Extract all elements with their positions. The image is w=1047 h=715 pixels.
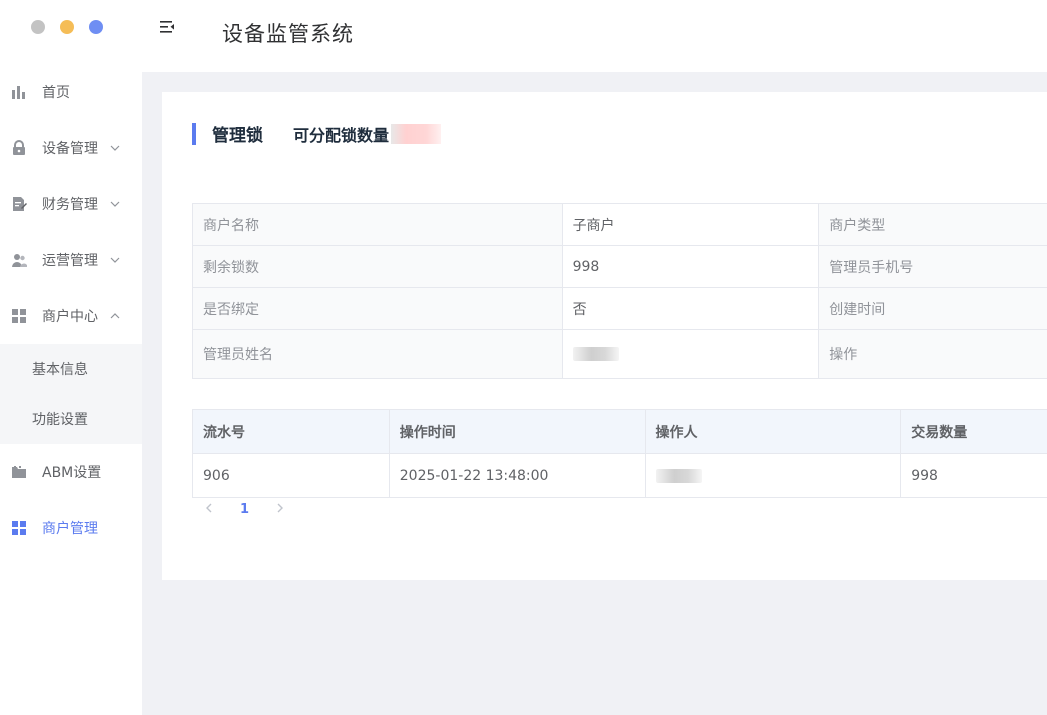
sidebar-item-label: 设备管理 [42, 141, 98, 157]
sidebar-item-finance-management[interactable]: 财务管理 [0, 176, 142, 232]
title-accent-bar [192, 122, 196, 145]
submenu-item-feature-settings[interactable]: 功能设置 [0, 394, 142, 444]
detail-value-redacted [561, 329, 820, 379]
chevron-down-icon [110, 143, 120, 153]
detail-value: 998 [561, 245, 820, 288]
lock-log-table: 流水号 操作时间 操作人 交易数量 906 2025-01-22 13:48:0… [192, 409, 1047, 498]
operator-cell-redacted [644, 453, 902, 498]
detail-value: 否 [561, 287, 820, 330]
redacted-blur [572, 347, 619, 361]
detail-label: 商户类型 [818, 203, 1047, 246]
chevron-up-icon [110, 311, 120, 321]
detail-label: 管理员手机号 [818, 245, 1047, 288]
chevron-right-icon[interactable] [273, 502, 287, 517]
time-cell: 2025-01-22 13:48:00 [388, 453, 646, 498]
grid-icon [11, 520, 27, 536]
chevron-down-icon [110, 199, 120, 209]
column-header: 流水号 [192, 409, 390, 454]
detail-row: 商户名称 子商户 商户类型 [192, 203, 1047, 246]
window-close-dot[interactable] [31, 20, 45, 34]
column-header: 操作时间 [388, 409, 646, 454]
allocatable-locks-value-redacted [391, 123, 442, 144]
detail-label: 创建时间 [818, 287, 1047, 330]
page-title: 管理锁 [212, 126, 263, 146]
menu-fold-icon[interactable] [158, 18, 176, 36]
chevron-left-icon[interactable] [202, 502, 216, 517]
lock-icon [11, 140, 27, 156]
quantity-cell: 998 [900, 453, 1047, 498]
window-maximize-dot[interactable] [89, 20, 103, 34]
users-icon [11, 252, 27, 268]
detail-row: 管理员姓名 操作 [192, 329, 1047, 379]
table-header-row: 流水号 操作时间 操作人 交易数量 [192, 409, 1047, 454]
detail-row: 剩余锁数 998 管理员手机号 [192, 245, 1047, 288]
lock-management-card: 管理锁 可分配锁数量 商户名称 子商户 商户类型 剩余锁数 998 管理员手机号… [162, 92, 1047, 580]
sidebar-item-label: 财务管理 [42, 197, 98, 213]
sidebar-item-device-management[interactable]: 设备管理 [0, 120, 142, 176]
sidebar-item-operations-management[interactable]: 运营管理 [0, 232, 142, 288]
main-content: 管理锁 可分配锁数量 商户名称 子商户 商户类型 剩余锁数 998 管理员手机号… [142, 72, 1047, 715]
sidebar-item-home[interactable]: 首页 [0, 64, 142, 120]
detail-value: 子商户 [561, 203, 820, 246]
page-number-current[interactable]: 1 [240, 502, 249, 517]
app-title: 设备监管系统 [222, 22, 354, 46]
sidebar-item-label: 商户管理 [42, 521, 98, 537]
detail-row: 是否绑定 否 创建时间 [192, 287, 1047, 330]
sidebar-item-merchant-management[interactable]: 商户管理 [0, 500, 142, 556]
sidebar: 首页 设备管理 财务管理 运营管理 商户中心 基本信息 功能设置 ABM设置 商… [0, 64, 142, 715]
detail-label: 商户名称 [192, 203, 563, 246]
pagination: 1 [202, 502, 287, 517]
column-header: 交易数量 [900, 409, 1047, 454]
grid-icon [11, 308, 27, 324]
window-minimize-dot[interactable] [60, 20, 74, 34]
card-header: 管理锁 可分配锁数量 [192, 121, 442, 146]
folder-icon [11, 464, 27, 480]
detail-label: 是否绑定 [192, 287, 563, 330]
sidebar-item-label: 运营管理 [42, 253, 98, 269]
detail-label: 剩余锁数 [192, 245, 563, 288]
table-row: 906 2025-01-22 13:48:00 998 [192, 453, 1047, 498]
sidebar-item-abm-settings[interactable]: ABM设置 [0, 444, 142, 500]
window-controls [31, 20, 103, 34]
sidebar-item-merchant-center[interactable]: 商户中心 [0, 288, 142, 344]
document-edit-icon [11, 196, 27, 212]
detail-label: 操作 [818, 329, 1047, 379]
chevron-down-icon [110, 255, 120, 265]
bar-chart-icon [11, 84, 27, 100]
merchant-detail-table: 商户名称 子商户 商户类型 剩余锁数 998 管理员手机号 是否绑定 否 创建时… [192, 203, 1047, 379]
sidebar-item-label: 首页 [42, 85, 70, 101]
merchant-center-submenu: 基本信息 功能设置 [0, 344, 142, 444]
redacted-blur [655, 468, 702, 483]
serial-cell: 906 [192, 453, 390, 498]
column-header: 操作人 [644, 409, 902, 454]
allocatable-locks-label: 可分配锁数量 [293, 125, 390, 145]
detail-label: 管理员姓名 [192, 329, 563, 379]
sidebar-item-label: 商户中心 [42, 309, 98, 325]
sidebar-item-label: ABM设置 [42, 465, 102, 481]
submenu-item-basic-info[interactable]: 基本信息 [0, 344, 142, 394]
